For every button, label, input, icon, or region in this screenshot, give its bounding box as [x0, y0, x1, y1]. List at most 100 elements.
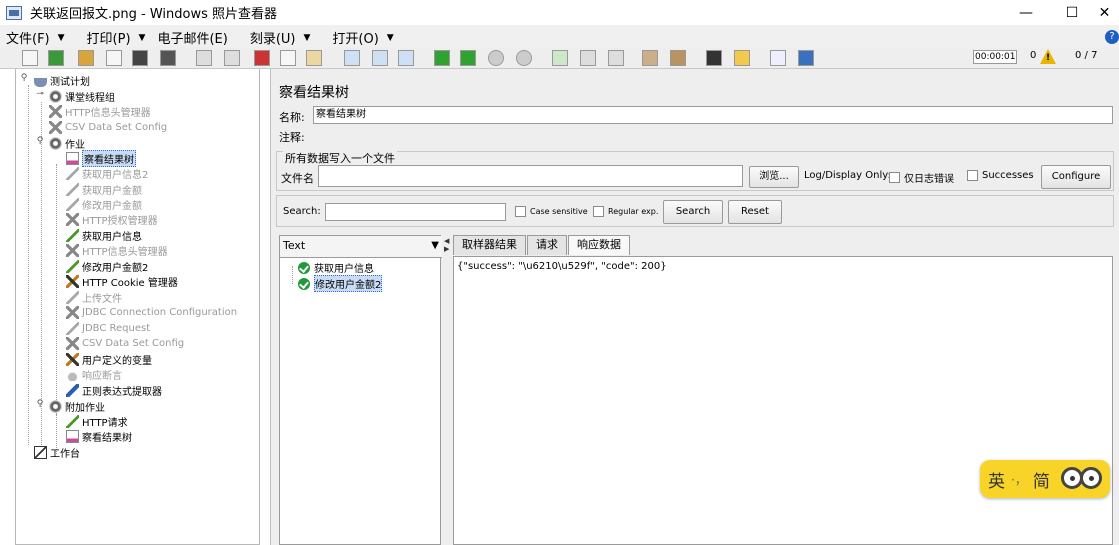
tree-expander[interactable]: ⚲: [19, 73, 29, 83]
configure-button[interactable]: Configure: [1041, 165, 1111, 189]
remote-exit-icon[interactable]: [608, 50, 624, 66]
gear-icon: [49, 90, 62, 103]
tools-icon: [66, 306, 79, 319]
open-icon[interactable]: [78, 50, 94, 66]
tree-item-csv-config[interactable]: CSV Data Set Config: [49, 120, 167, 135]
ime-punctuation[interactable]: ·，: [1011, 471, 1027, 488]
tree-item-cookie-manager[interactable]: HTTP Cookie 管理器: [66, 274, 178, 289]
shutdown-icon[interactable]: [516, 50, 532, 66]
expand-icon[interactable]: [344, 50, 360, 66]
paste-icon[interactable]: [254, 50, 270, 66]
tree-item-sampler[interactable]: 修改用户金额2: [66, 259, 148, 274]
tree-item-workbench[interactable]: 工作台: [34, 445, 80, 460]
ime-toolbar[interactable]: 英 ·， 简: [980, 460, 1110, 498]
tree-item-sampler[interactable]: 修改用户金额: [66, 197, 142, 212]
tree-item-view-results-tree[interactable]: 察看结果树: [66, 150, 136, 167]
tools-icon: [66, 244, 79, 257]
minimize-button[interactable]: —: [1003, 0, 1049, 25]
tree-item-sampler[interactable]: 获取用户信息: [66, 228, 142, 243]
tree-item-sampler[interactable]: 上传文件: [66, 290, 122, 305]
clear-all-icon[interactable]: [670, 50, 686, 66]
new-icon[interactable]: [22, 50, 38, 66]
chevron-down-icon: ▼: [138, 32, 146, 43]
tree-expander[interactable]: ⚲: [35, 136, 45, 146]
chevron-down-icon: ▼: [386, 32, 394, 43]
close-button[interactable]: ✕: [1090, 0, 1119, 25]
tree-item-thread-group[interactable]: 课堂线程组: [49, 89, 115, 104]
maximize-button[interactable]: ☐: [1049, 0, 1095, 25]
list-item[interactable]: 获取用户信息: [298, 260, 374, 275]
copy-icon[interactable]: [224, 50, 240, 66]
list-item[interactable]: 修改用户金额2: [298, 275, 383, 292]
reset-button[interactable]: Reset: [728, 200, 782, 224]
tree-item-http-request[interactable]: HTTP请求: [66, 414, 128, 429]
comment-label: 注释:: [279, 131, 305, 144]
function-helper-icon[interactable]: [770, 50, 786, 66]
tree-item-sampler[interactable]: 获取用户金额: [66, 182, 142, 197]
pen-icon: [66, 260, 79, 273]
tree-item-extra-assignment[interactable]: 附加作业: [49, 399, 105, 414]
tab-sampler-result[interactable]: 取样器结果: [453, 235, 526, 255]
help-icon[interactable]: ?: [1105, 30, 1119, 44]
tree-item-assignment[interactable]: 作业: [49, 136, 85, 151]
document-icon[interactable]: [280, 50, 296, 66]
filename-input[interactable]: [318, 165, 743, 187]
search-input[interactable]: [325, 203, 506, 221]
remote-start-icon[interactable]: [552, 50, 568, 66]
successes-checkbox[interactable]: Successes: [967, 170, 1034, 181]
collapse-left-icon[interactable]: ◀: [444, 237, 449, 245]
browse-button[interactable]: 浏览...: [749, 166, 799, 188]
ime-mascot-icon: [1061, 467, 1102, 489]
tree-item-csv-config[interactable]: CSV Data Set Config: [66, 336, 184, 351]
jmeter-toolbar: 00:00:01 0 ! 0 / 7: [0, 47, 1119, 69]
ime-language[interactable]: 英: [988, 467, 1005, 492]
clear-icon[interactable]: [642, 50, 658, 66]
stop-icon[interactable]: [488, 50, 504, 66]
tree-item-jdbc-request[interactable]: JDBC Request: [66, 321, 150, 336]
search-icon[interactable]: [706, 50, 722, 66]
ime-mode[interactable]: 简: [1033, 467, 1050, 492]
tree-item-http-header-manager[interactable]: HTTP信息头管理器: [66, 243, 168, 258]
save-icon[interactable]: [132, 50, 148, 66]
name-input[interactable]: 察看结果树: [313, 106, 1113, 124]
tree-item-http-header-manager[interactable]: HTTP信息头管理器: [49, 104, 151, 119]
case-sensitive-checkbox[interactable]: Case sensitive: [515, 206, 588, 217]
error-count: 0: [1030, 50, 1037, 61]
gear-icon: [49, 137, 62, 150]
tab-response-data[interactable]: 响应数据: [568, 235, 630, 255]
clipboard-icon[interactable]: [306, 50, 322, 66]
start-no-pause-icon[interactable]: [460, 50, 476, 66]
start-icon[interactable]: [434, 50, 450, 66]
regular-exp-checkbox[interactable]: Regular exp.: [593, 206, 658, 217]
tree-item-regex-extractor[interactable]: 正则表达式提取器: [66, 383, 162, 398]
close-file-icon[interactable]: [106, 50, 122, 66]
warning-icon[interactable]: !: [1040, 49, 1056, 64]
templates-icon[interactable]: [48, 50, 64, 66]
reset-search-icon[interactable]: [734, 50, 750, 66]
help-book-icon[interactable]: [798, 50, 814, 66]
tree-item-test-plan[interactable]: 测试计划: [34, 73, 90, 88]
tree-expander[interactable]: ⊸: [35, 89, 45, 99]
comment-input[interactable]: [313, 126, 1113, 144]
save-as-icon[interactable]: [160, 50, 176, 66]
split-divider[interactable]: ◀ ▶: [443, 235, 451, 545]
search-button[interactable]: Search: [663, 200, 723, 224]
tree-item-view-results-tree[interactable]: 察看结果树: [66, 429, 132, 444]
collapse-right-icon[interactable]: ▶: [444, 245, 449, 253]
tree-item-jdbc-config[interactable]: JDBC Connection Configuration: [66, 305, 237, 320]
renderer-select[interactable]: Text ▼: [280, 236, 442, 258]
tree-item-response-assertion[interactable]: 响应断言: [66, 367, 122, 382]
remote-stop-icon[interactable]: [580, 50, 596, 66]
errors-only-checkbox[interactable]: 仅日志错误: [889, 170, 954, 185]
response-body[interactable]: {"success": "\u6210\u529f", "code": 200}: [453, 256, 1113, 545]
cut-icon[interactable]: [196, 50, 212, 66]
collapse-icon[interactable]: [372, 50, 388, 66]
tree-item-user-variables[interactable]: 用户定义的变量: [66, 352, 152, 367]
tab-request[interactable]: 请求: [527, 235, 567, 255]
filename-label: 文件名: [281, 172, 314, 185]
tree-expander[interactable]: ⚲: [35, 399, 45, 409]
window-title: 关联返回报文.png - Windows 照片查看器: [30, 7, 277, 22]
toggle-icon[interactable]: [398, 50, 414, 66]
tree-item-sampler[interactable]: 获取用户信息2: [66, 166, 148, 181]
tree-item-auth-manager[interactable]: HTTP授权管理器: [66, 212, 158, 227]
